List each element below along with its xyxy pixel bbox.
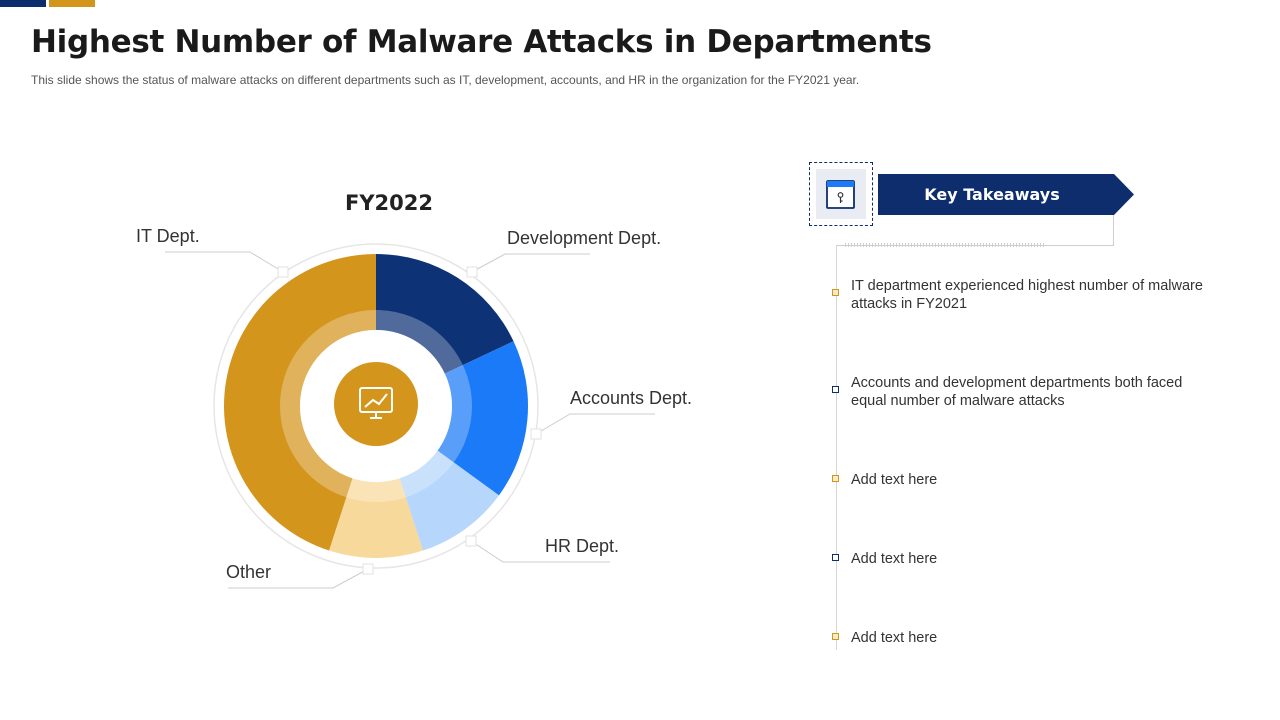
takeaway-marker [832, 386, 839, 393]
callout-line [535, 413, 655, 435]
slice-label-development-dept: Development Dept. [507, 228, 661, 248]
slice-label-accounts-dept: Accounts Dept. [570, 388, 692, 408]
takeaway-item: Add text here [851, 472, 938, 488]
slice-label-hr-dept: HR Dept. [545, 536, 619, 556]
takeaway-item: Add text here [851, 630, 938, 646]
takeaway-marker [832, 289, 839, 296]
timeline-line [836, 245, 837, 650]
callout-anchor [530, 428, 542, 440]
takeaway-item: Add text here [851, 551, 938, 567]
callout-anchor [277, 266, 289, 278]
callout-anchor [466, 266, 478, 278]
key-takeaways-heading: Key Takeaways [924, 185, 1060, 204]
callout-anchor [465, 535, 477, 547]
key-document-icon [816, 169, 866, 219]
callout-line [165, 251, 284, 273]
chart-title: FY2022 [345, 191, 433, 215]
dotted-divider [845, 243, 1045, 247]
takeaway-marker [832, 633, 839, 640]
slice-label-it-dept: IT Dept. [136, 226, 200, 246]
slice-label-other: Other [226, 562, 271, 582]
callout-line [471, 253, 590, 273]
takeaway-marker [832, 554, 839, 561]
takeaway-marker [832, 475, 839, 482]
takeaway-item: IT department experienced highest number… [851, 278, 1203, 312]
callout-anchor [362, 563, 374, 575]
banner-connector [836, 215, 1114, 246]
computer-chart-icon [334, 362, 418, 446]
takeaway-item: Accounts and development departments bot… [851, 375, 1183, 409]
doughnut-chart: FY2022 Development Dept. Accounts Dept. HR… [136, 191, 692, 589]
